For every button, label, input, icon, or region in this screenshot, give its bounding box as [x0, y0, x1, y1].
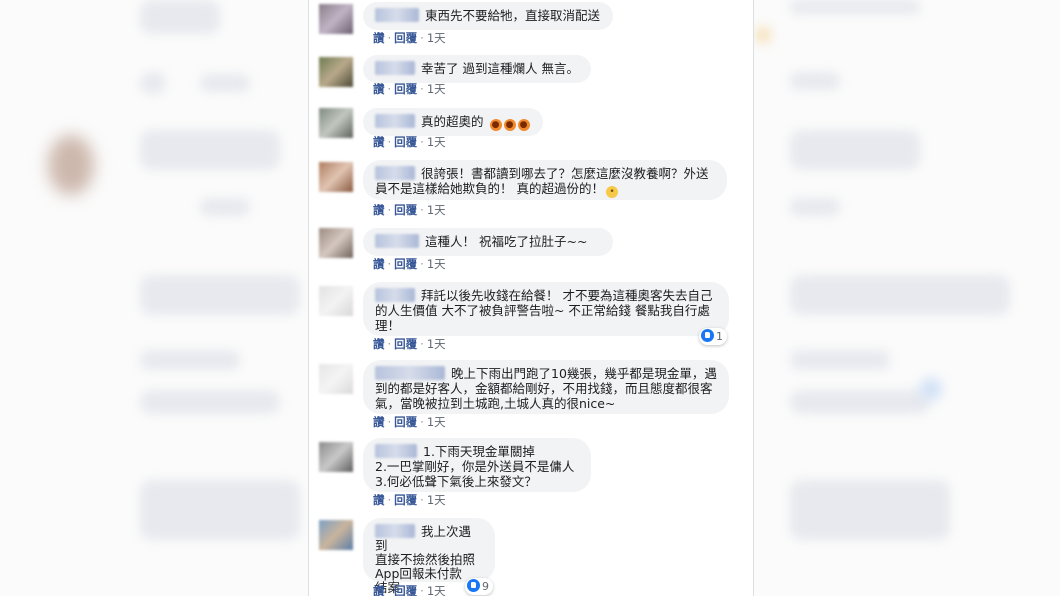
angry-face-icon: ●	[489, 119, 502, 131]
avatar[interactable]	[319, 4, 353, 34]
comment-text: 很誇張！書都讀到哪去了？怎麼這麼沒教養啊？外送員不是這樣給她欺負的！ 真的超過份…	[375, 166, 709, 196]
commenter-name[interactable]	[375, 114, 415, 128]
reply-link[interactable]: 回覆	[394, 337, 417, 351]
avatar[interactable]	[319, 364, 353, 394]
avatar[interactable]	[319, 57, 353, 87]
comment-text: 拜託以後先收錢在給餐！ 才不要為這種奧客失去自己的人生價值 大不了被負評警告啦~…	[375, 288, 713, 333]
comment-bubble: 拜託以後先收錢在給餐！ 才不要為這種奧客失去自己的人生價值 大不了被負評警告啦~…	[363, 282, 729, 336]
commenter-name[interactable]	[375, 166, 415, 180]
avatar[interactable]	[319, 520, 353, 550]
reply-link[interactable]: 回覆	[394, 257, 417, 271]
comment-line: 3.何必低聲下氣後上來發文？	[375, 474, 537, 489]
commenter-name[interactable]	[375, 366, 445, 380]
like-link[interactable]: 讚	[373, 82, 385, 96]
reply-link[interactable]: 回覆	[394, 415, 417, 429]
reply-link[interactable]: 回覆	[394, 203, 417, 217]
like-link[interactable]: 讚	[373, 135, 385, 149]
comment-thread: 東西先不要給牠，直接取消配送 讚 · 回覆 · 1天 幸苦了 過到這種爛人 無言。 讚 ·…	[308, 0, 754, 596]
comment-line: 1.下雨天現金單關掉	[423, 444, 535, 459]
timestamp[interactable]: 1天	[427, 135, 446, 149]
reaction-count[interactable]: 9	[465, 578, 493, 595]
timestamp[interactable]: 1天	[427, 337, 446, 351]
avatar[interactable]	[319, 442, 353, 472]
angry-face-icon: ●	[503, 119, 516, 131]
comment-actions: 讚 · 回覆 · 1天	[373, 415, 446, 429]
comment-bubble: 幸苦了 過到這種爛人 無言。	[363, 55, 591, 83]
commenter-name[interactable]	[375, 288, 415, 302]
like-link[interactable]: 讚	[373, 31, 385, 45]
timestamp[interactable]: 1天	[427, 82, 446, 96]
comment-line: App回報未付款	[375, 566, 462, 581]
commenter-name[interactable]	[375, 234, 419, 248]
comment-actions: 讚 · 回覆 · 1天	[373, 82, 446, 96]
avatar[interactable]	[319, 228, 353, 258]
like-link[interactable]: 讚	[373, 203, 385, 217]
like-link[interactable]: 讚	[373, 257, 385, 271]
sad-face-icon: •	[605, 186, 618, 198]
reply-link[interactable]: 回覆	[394, 584, 417, 596]
like-link[interactable]: 讚	[373, 493, 385, 507]
commenter-name[interactable]	[375, 8, 419, 22]
commenter-name[interactable]	[375, 61, 415, 75]
timestamp[interactable]: 1天	[427, 203, 446, 217]
reply-link[interactable]: 回覆	[394, 31, 417, 45]
like-reaction-icon	[467, 579, 480, 592]
like-reaction-icon	[701, 329, 714, 342]
like-link[interactable]: 讚	[373, 584, 385, 596]
comment-bubble: 很誇張！書都讀到哪去了？怎麼這麼沒教養啊？外送員不是這樣給她欺負的！ 真的超過份…	[363, 160, 727, 200]
reaction-count[interactable]: 1	[699, 328, 727, 345]
comment-actions: 讚 · 回覆 · 1天	[373, 257, 446, 271]
comment-bubble: 真的超奧的 ● ● ●	[363, 108, 543, 136]
comment-bubble: 我上次遇到 直接不撿然後拍照 App回報未付款 結案	[363, 518, 495, 595]
reply-link[interactable]: 回覆	[394, 493, 417, 507]
comment-bubble: 東西先不要給牠，直接取消配送	[363, 2, 613, 30]
timestamp[interactable]: 1天	[427, 493, 446, 507]
comment-actions: 讚 · 回覆 · 1天	[373, 584, 446, 596]
comment-bubble: 晚上下雨出門跑了10幾張，幾乎都是現金單，遇到的都是好客人，金額都給剛好，不用找…	[363, 360, 729, 414]
avatar[interactable]	[319, 108, 353, 138]
timestamp[interactable]: 1天	[427, 415, 446, 429]
timestamp[interactable]: 1天	[427, 584, 446, 596]
comment-line: 2.一巴掌剛好，你是外送員不是傭人	[375, 459, 575, 474]
like-link[interactable]: 讚	[373, 337, 385, 351]
commenter-name[interactable]	[375, 524, 415, 538]
comment-actions: 讚 · 回覆 · 1天	[373, 493, 446, 507]
timestamp[interactable]: 1天	[427, 257, 446, 271]
comment-text: 幸苦了 過到這種爛人 無言。	[421, 61, 579, 76]
comment-text: 真的超奧的	[421, 114, 484, 129]
avatar[interactable]	[319, 286, 353, 316]
comment-text: 這種人！ 祝福吃了拉肚子~~	[425, 234, 588, 249]
like-link[interactable]: 讚	[373, 415, 385, 429]
comment-bubble: 1.下雨天現金單關掉 2.一巴掌剛好，你是外送員不是傭人 3.何必低聲下氣後上來…	[363, 438, 591, 492]
comment-line: 直接不撿然後拍照	[375, 552, 476, 567]
comment-actions: 讚 · 回覆 · 1天	[373, 203, 446, 217]
commenter-name[interactable]	[375, 444, 417, 458]
comment-actions: 讚 · 回覆 · 1天	[373, 135, 446, 149]
angry-face-icon: ●	[517, 119, 530, 131]
comment-text: 東西先不要給牠，直接取消配送	[425, 8, 601, 23]
comment-bubble: 這種人！ 祝福吃了拉肚子~~	[363, 228, 613, 256]
reply-link[interactable]: 回覆	[394, 135, 417, 149]
avatar[interactable]	[319, 162, 353, 192]
timestamp[interactable]: 1天	[427, 31, 446, 45]
reply-link[interactable]: 回覆	[394, 82, 417, 96]
comment-actions: 讚 · 回覆 · 1天	[373, 337, 446, 351]
comment-actions: 讚 · 回覆 · 1天	[373, 31, 446, 45]
